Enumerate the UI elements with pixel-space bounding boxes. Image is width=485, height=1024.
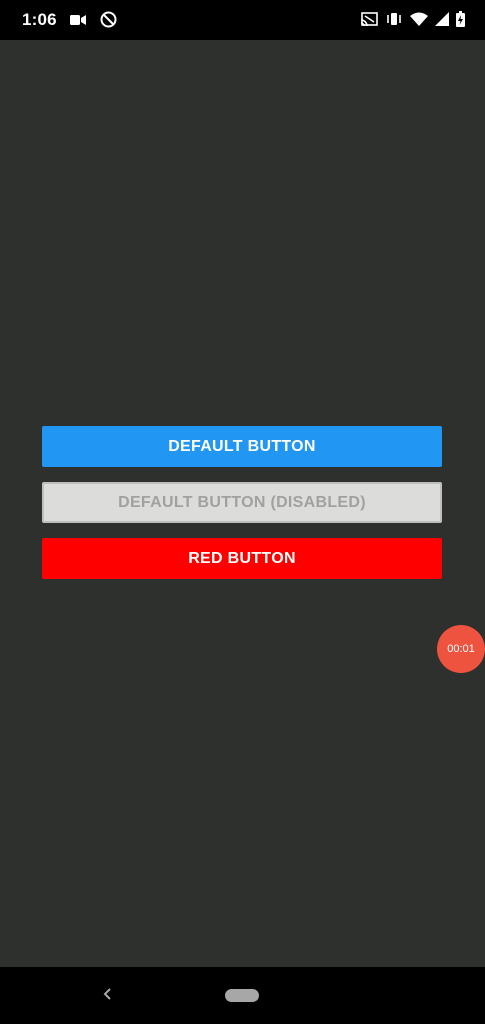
do-not-disturb-icon xyxy=(100,11,117,33)
vibrate-icon xyxy=(385,12,403,31)
default-button-disabled: DEFAULT BUTTON (DISABLED) xyxy=(42,482,442,523)
default-button[interactable]: DEFAULT BUTTON xyxy=(42,426,442,467)
home-pill-button[interactable] xyxy=(225,989,259,1002)
red-button[interactable]: RED BUTTON xyxy=(42,538,442,579)
status-right-icons xyxy=(360,11,465,32)
recording-timer-badge[interactable]: 00:01 xyxy=(437,625,485,673)
signal-icon xyxy=(435,12,449,31)
video-camera-icon xyxy=(70,13,86,31)
wifi-icon xyxy=(410,12,428,31)
navigation-bar xyxy=(0,967,485,1024)
status-time: 1:06 xyxy=(22,10,57,29)
battery-icon xyxy=(456,11,465,32)
status-left-icons xyxy=(70,11,117,33)
back-icon[interactable] xyxy=(101,985,113,1008)
cast-icon xyxy=(360,11,378,32)
status-bar: 1:06 xyxy=(0,0,485,40)
app-content: DEFAULT BUTTON DEFAULT BUTTON (DISABLED)… xyxy=(0,40,485,967)
